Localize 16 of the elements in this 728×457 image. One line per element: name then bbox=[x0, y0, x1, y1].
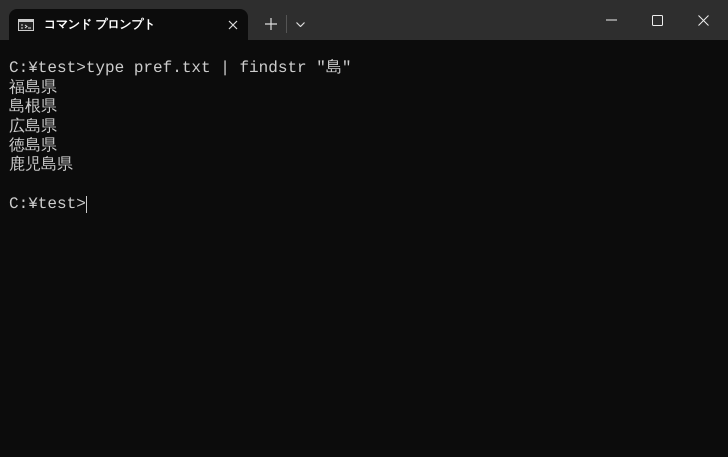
command-line: C:¥test>type pref.txt | findstr "島" bbox=[9, 59, 352, 78]
close-icon bbox=[698, 14, 708, 26]
minimize-icon bbox=[606, 19, 616, 21]
output-line: 広島県 bbox=[9, 118, 57, 137]
console-icon bbox=[18, 18, 34, 30]
plus-icon bbox=[265, 18, 277, 30]
output-line: 福島県 bbox=[9, 78, 57, 98]
chevron-down-icon bbox=[296, 22, 304, 26]
prompt-text: C:¥test> bbox=[9, 195, 86, 215]
output-line: 徳島県 bbox=[9, 136, 57, 156]
maximize-icon bbox=[652, 14, 662, 26]
text-cursor bbox=[86, 196, 88, 214]
output-line: 鹿児島県 bbox=[9, 156, 73, 176]
close-icon[interactable] bbox=[228, 20, 238, 30]
output-line: 島根県 bbox=[9, 98, 57, 118]
terminal-tab[interactable]: コマンド プロンプト bbox=[9, 9, 248, 40]
